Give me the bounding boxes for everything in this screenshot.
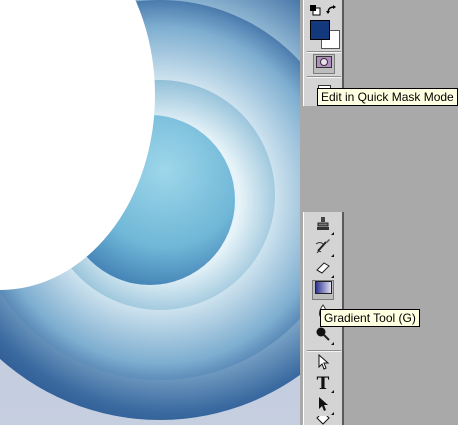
path-selection-icon	[316, 353, 330, 375]
history-brush-tool[interactable]	[312, 238, 334, 258]
document-canvas[interactable]	[0, 0, 300, 425]
screen-mode-icon[interactable]	[318, 80, 332, 93]
separator	[307, 350, 341, 352]
separator	[307, 76, 341, 78]
separator	[307, 51, 341, 53]
foreground-color-swatch[interactable]	[310, 20, 330, 40]
canvas-artwork	[0, 0, 300, 425]
quick-mask-icon	[316, 55, 332, 73]
gradient-tool[interactable]	[312, 280, 334, 300]
quick-mask-button[interactable]	[313, 54, 335, 74]
eraser-tool[interactable]	[312, 259, 334, 279]
quick-mask-tooltip: Edit in Quick Mask Mode	[317, 88, 458, 106]
clone-stamp-tool[interactable]	[312, 216, 334, 236]
dodge-tool[interactable]	[312, 326, 334, 346]
type-icon: T	[316, 374, 330, 394]
shape-icon	[316, 416, 330, 425]
gradient-icon	[314, 281, 332, 299]
clone-stamp-icon	[315, 216, 331, 237]
default-colors-icon[interactable]	[309, 3, 321, 16]
direct-selection-tool[interactable]	[312, 396, 334, 416]
type-tool[interactable]: T	[312, 374, 334, 394]
eraser-icon	[315, 260, 331, 279]
shape-tool[interactable]	[312, 416, 334, 425]
path-selection-tool[interactable]	[312, 353, 334, 375]
swap-colors-icon[interactable]	[326, 3, 338, 15]
direct-selection-icon	[316, 396, 330, 417]
history-brush-icon	[315, 238, 331, 259]
dodge-icon	[315, 326, 331, 347]
gradient-tool-tooltip: Gradient Tool (G)	[320, 309, 420, 327]
